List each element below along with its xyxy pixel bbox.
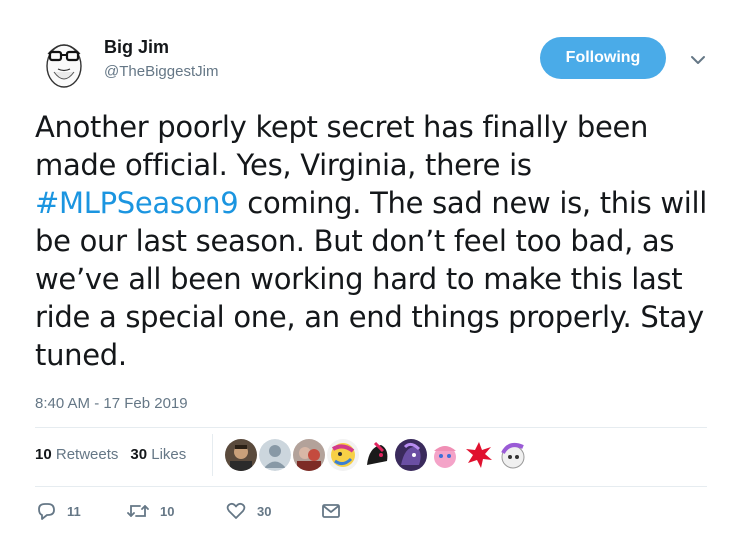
liker-avatar[interactable] bbox=[327, 439, 359, 471]
like-count: 30 bbox=[257, 503, 272, 519]
retweet-icon bbox=[126, 500, 150, 522]
more-options-chevron-down-icon[interactable] bbox=[688, 52, 708, 68]
likes-label: Likes bbox=[151, 446, 187, 463]
reply-icon bbox=[35, 500, 57, 522]
liker-avatar[interactable] bbox=[259, 439, 291, 471]
hashtag-link[interactable]: #MLPSeason9 bbox=[35, 186, 239, 220]
retweet-button[interactable]: 10 bbox=[126, 500, 225, 522]
reply-count: 11 bbox=[67, 503, 81, 519]
liker-avatar[interactable] bbox=[293, 439, 325, 471]
following-button[interactable]: Following bbox=[540, 37, 666, 79]
retweets-count: 10 bbox=[35, 446, 52, 463]
divider bbox=[35, 486, 707, 487]
like-button[interactable]: 30 bbox=[225, 500, 320, 522]
tweet-stats: 10 Retweets 30 Likes bbox=[35, 446, 186, 463]
direct-message-button[interactable] bbox=[320, 500, 342, 522]
envelope-icon bbox=[320, 500, 342, 522]
author-name[interactable]: Big Jim bbox=[104, 37, 169, 58]
liker-avatar[interactable] bbox=[395, 439, 427, 471]
tweet-text: Another poorly kept secret has finally b… bbox=[35, 108, 725, 374]
likers-avatars bbox=[225, 439, 529, 471]
retweets-stat[interactable]: 10 Retweets bbox=[35, 446, 118, 463]
heart-icon bbox=[225, 500, 247, 522]
tweet-text-part: Another poorly kept secret has finally b… bbox=[35, 110, 649, 182]
liker-avatar[interactable] bbox=[497, 439, 529, 471]
divider bbox=[35, 427, 707, 428]
author-handle[interactable]: @TheBiggestJim bbox=[104, 63, 218, 80]
author-avatar[interactable] bbox=[36, 32, 92, 88]
liker-avatar[interactable] bbox=[225, 439, 257, 471]
liker-avatar[interactable] bbox=[429, 439, 461, 471]
reply-button[interactable]: 11 bbox=[35, 500, 126, 522]
liker-avatar[interactable] bbox=[463, 439, 495, 471]
retweet-count: 10 bbox=[160, 503, 175, 519]
liker-avatar[interactable] bbox=[361, 439, 393, 471]
tweet-actions: 11 10 30 bbox=[35, 500, 342, 522]
retweets-label: Retweets bbox=[55, 446, 119, 463]
likes-count: 30 bbox=[130, 446, 148, 463]
divider bbox=[212, 434, 213, 476]
tweet-timestamp[interactable]: 8:40 AM - 17 Feb 2019 bbox=[35, 395, 188, 412]
likes-stat[interactable]: 30 Likes bbox=[130, 446, 186, 463]
